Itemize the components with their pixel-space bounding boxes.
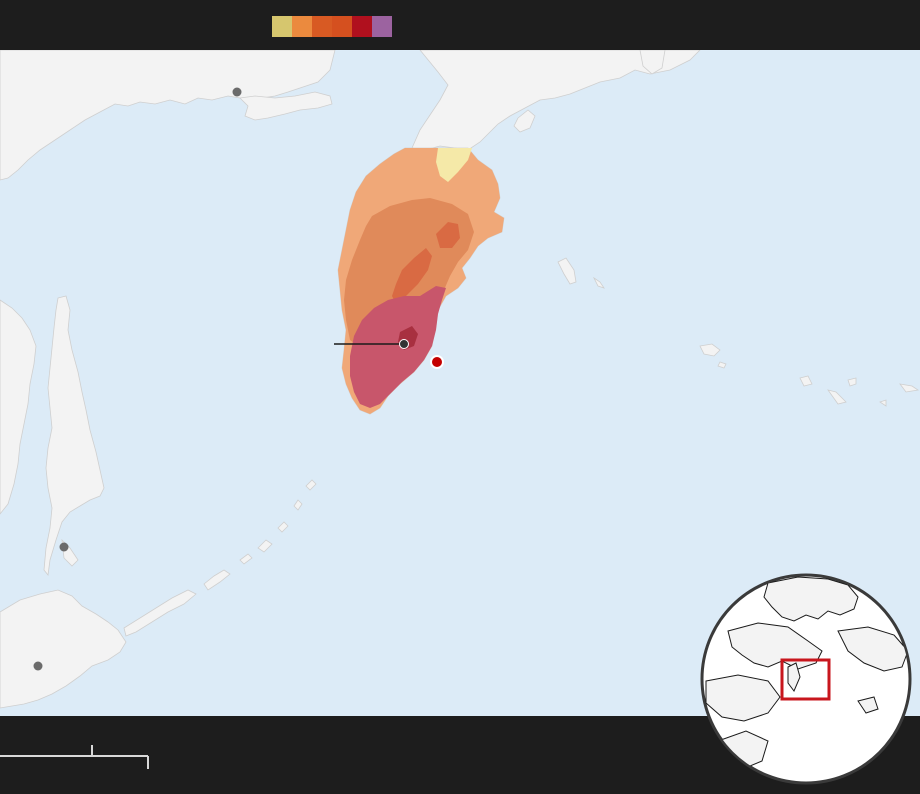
locator-globe — [698, 571, 914, 787]
epicenter-marker[interactable] — [430, 355, 444, 369]
legend-swatch-6 — [372, 16, 392, 37]
city-dot-hokkaido[interactable] — [33, 661, 43, 671]
legend-swatch-5 — [352, 16, 372, 37]
city-dot-sakhalin[interactable] — [59, 542, 69, 552]
city-dot-kamchatka[interactable] — [399, 339, 409, 349]
header-bar — [0, 0, 920, 50]
city-dot-magadan[interactable] — [232, 87, 242, 97]
intensity-legend — [272, 16, 392, 37]
legend-swatch-1 — [272, 16, 292, 37]
legend-swatch-3 — [312, 16, 332, 37]
scale-bar — [0, 740, 160, 780]
legend-swatch-4 — [332, 16, 352, 37]
legend-swatch-2 — [292, 16, 312, 37]
